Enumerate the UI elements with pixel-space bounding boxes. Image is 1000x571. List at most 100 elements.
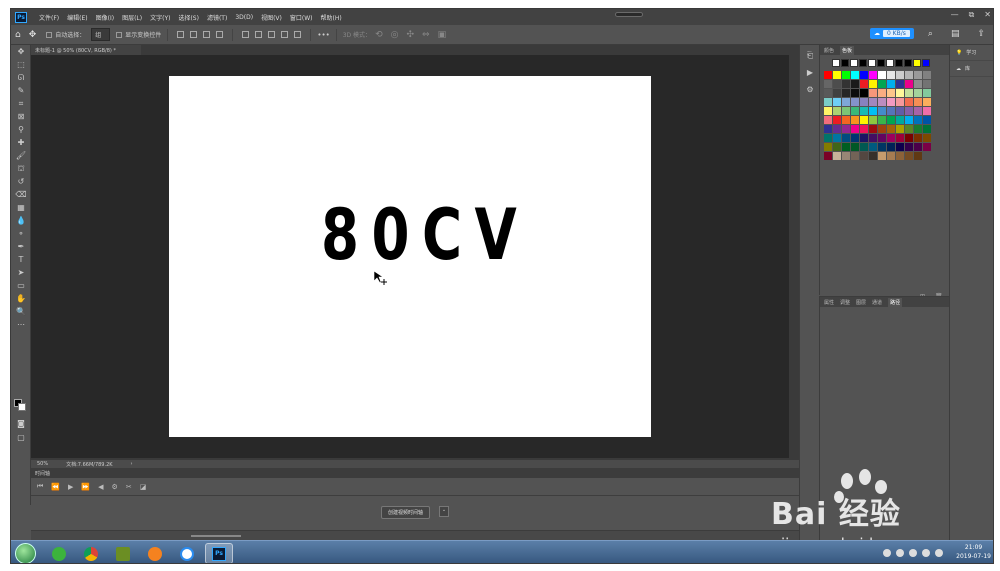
document-canvas[interactable]: 80CV bbox=[169, 76, 651, 437]
dodge-tool-icon[interactable]: ⚬ bbox=[11, 227, 31, 240]
color-swatch[interactable] bbox=[914, 80, 922, 88]
tray-icon[interactable] bbox=[935, 549, 943, 557]
color-swatch[interactable] bbox=[914, 143, 922, 151]
color-swatch[interactable] bbox=[833, 125, 841, 133]
color-swatch[interactable] bbox=[887, 107, 895, 115]
color-swatch[interactable] bbox=[869, 143, 877, 151]
color-swatch[interactable] bbox=[851, 143, 859, 151]
recent-swatch[interactable] bbox=[904, 59, 912, 67]
color-swatch[interactable] bbox=[896, 152, 904, 160]
color-swatch[interactable] bbox=[851, 116, 859, 124]
distribute-top-icon[interactable] bbox=[242, 31, 250, 38]
color-swatch[interactable] bbox=[833, 107, 841, 115]
move-tool-icon[interactable]: ✥ bbox=[29, 30, 37, 40]
recent-swatch[interactable] bbox=[850, 59, 858, 67]
tray-icon[interactable] bbox=[922, 549, 930, 557]
color-swatch[interactable] bbox=[923, 134, 931, 142]
tab-paths[interactable]: 路径 bbox=[888, 297, 903, 307]
move-tool-icon[interactable]: ✥ bbox=[11, 45, 31, 58]
color-swatch[interactable] bbox=[878, 89, 886, 97]
color-swatch[interactable] bbox=[914, 107, 922, 115]
color-swatch[interactable] bbox=[887, 152, 895, 160]
clock[interactable]: 21:09 2019-07-19 bbox=[956, 543, 991, 561]
color-swatch[interactable] bbox=[878, 116, 886, 124]
color-swatch[interactable] bbox=[842, 107, 850, 115]
menu-view[interactable]: 视图(V) bbox=[257, 13, 286, 22]
color-swatch[interactable] bbox=[824, 80, 832, 88]
color-swatch[interactable] bbox=[824, 89, 832, 97]
split-icon[interactable]: ✂ bbox=[126, 483, 132, 491]
menu-edit[interactable]: 编辑(E) bbox=[63, 13, 91, 22]
color-swatch[interactable] bbox=[887, 80, 895, 88]
blur-tool-icon[interactable]: 💧 bbox=[11, 214, 31, 227]
color-swatch[interactable] bbox=[896, 125, 904, 133]
tab-channels[interactable]: 通道 bbox=[872, 299, 882, 306]
lasso-tool-icon[interactable]: ᘏ bbox=[11, 71, 31, 84]
tab-swatches[interactable]: 色板 bbox=[840, 45, 855, 55]
tray-icon[interactable] bbox=[909, 549, 917, 557]
taskbar-photoshop-icon[interactable]: Ps bbox=[205, 543, 233, 563]
color-swatch[interactable] bbox=[869, 107, 877, 115]
share-icon[interactable]: ⇪ bbox=[977, 29, 985, 39]
taskbar-baidu-netdisk-icon[interactable] bbox=[173, 543, 201, 563]
recent-swatch[interactable] bbox=[832, 59, 840, 67]
taskbar-chrome-icon[interactable] bbox=[77, 543, 105, 563]
color-swatch[interactable] bbox=[833, 98, 841, 106]
auto-select-dropdown[interactable]: 组 bbox=[91, 28, 111, 41]
color-swatch[interactable] bbox=[896, 107, 904, 115]
color-swatch[interactable] bbox=[860, 125, 868, 133]
color-swatch[interactable] bbox=[914, 98, 922, 106]
color-swatch[interactable] bbox=[869, 98, 877, 106]
play-icon[interactable]: ▶ bbox=[68, 483, 73, 491]
color-swatch[interactable] bbox=[905, 98, 913, 106]
clone-stamp-tool-icon[interactable]: ⛫ bbox=[11, 162, 31, 175]
color-swatch[interactable] bbox=[896, 98, 904, 106]
recent-swatch[interactable] bbox=[841, 59, 849, 67]
color-swatch[interactable] bbox=[842, 152, 850, 160]
minimize-button[interactable]: — bbox=[951, 10, 959, 20]
tray-icon[interactable] bbox=[883, 549, 891, 557]
color-swatch[interactable] bbox=[860, 134, 868, 142]
gradient-tool-icon[interactable]: ▦ bbox=[11, 201, 31, 214]
type-tool-icon[interactable]: T bbox=[11, 253, 31, 266]
color-swatch[interactable] bbox=[842, 125, 850, 133]
recent-swatch[interactable] bbox=[886, 59, 894, 67]
healing-brush-tool-icon[interactable]: ✚ bbox=[11, 136, 31, 149]
color-swatch[interactable] bbox=[923, 71, 931, 79]
color-swatch[interactable] bbox=[914, 125, 922, 133]
color-swatch[interactable] bbox=[860, 71, 868, 79]
menu-help[interactable]: 帮助(H) bbox=[317, 13, 346, 22]
vertical-scrollbar[interactable] bbox=[789, 55, 799, 458]
color-swatch[interactable] bbox=[896, 89, 904, 97]
next-frame-icon[interactable]: ⏩ bbox=[81, 483, 90, 491]
transition-icon[interactable]: ◪ bbox=[140, 483, 147, 491]
color-swatch[interactable] bbox=[896, 143, 904, 151]
color-swatch[interactable] bbox=[824, 71, 832, 79]
color-swatch[interactable] bbox=[842, 98, 850, 106]
timeline-type-dropdown[interactable]: ⌄ bbox=[439, 506, 449, 517]
pen-tool-icon[interactable]: ✒ bbox=[11, 240, 31, 253]
color-swatch[interactable] bbox=[869, 134, 877, 142]
color-swatch[interactable] bbox=[887, 89, 895, 97]
color-swatch[interactable] bbox=[860, 80, 868, 88]
color-swatch[interactable] bbox=[860, 143, 868, 151]
3d-rotate-icon[interactable]: ⟲ bbox=[375, 30, 383, 40]
color-swatch[interactable] bbox=[896, 80, 904, 88]
align-top-icon[interactable] bbox=[177, 31, 185, 38]
distribute-bottom-icon[interactable] bbox=[268, 31, 276, 38]
color-swatch[interactable] bbox=[824, 134, 832, 142]
recent-swatch[interactable] bbox=[895, 59, 903, 67]
color-swatch[interactable] bbox=[905, 107, 913, 115]
recent-swatch[interactable] bbox=[868, 59, 876, 67]
color-swatch[interactable] bbox=[860, 89, 868, 97]
color-swatch[interactable] bbox=[842, 89, 850, 97]
document-tab[interactable]: 未标题-1 @ 50% (80CV, RGB/8) * bbox=[31, 45, 141, 55]
history-brush-tool-icon[interactable]: ↺ bbox=[11, 175, 31, 188]
color-swatch[interactable] bbox=[914, 89, 922, 97]
more-options-button[interactable]: ••• bbox=[317, 31, 329, 39]
color-swatch[interactable] bbox=[923, 116, 931, 124]
color-swatch[interactable] bbox=[851, 98, 859, 106]
color-swatch[interactable] bbox=[914, 71, 922, 79]
color-swatch[interactable] bbox=[905, 143, 913, 151]
color-swatch[interactable] bbox=[887, 134, 895, 142]
